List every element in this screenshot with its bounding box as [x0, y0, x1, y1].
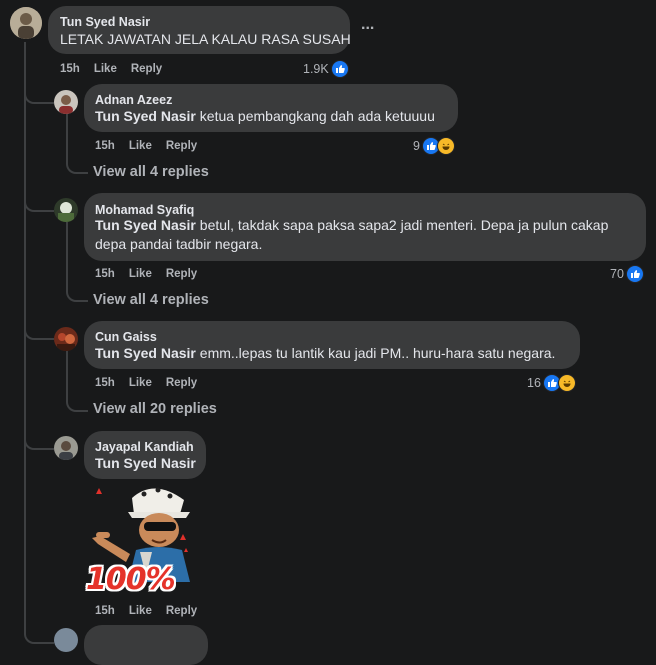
view-replies-link[interactable]: View all 20 replies: [93, 401, 217, 417]
comment-body: emm..lepas tu lantik kau jadi PM.. huru-…: [195, 345, 556, 361]
reply-button[interactable]: Reply: [166, 605, 197, 617]
comment-time[interactable]: 15h: [60, 63, 80, 75]
reaction-count: 1.9K: [303, 62, 329, 76]
comment-bubble-next: [84, 625, 208, 665]
haha-reaction-icon: [557, 374, 576, 392]
avatar-reply-1[interactable]: [54, 90, 78, 114]
reaction-count: 70: [610, 267, 624, 281]
comment-author[interactable]: Adnan Azeez: [95, 93, 172, 107]
avatar-reply-3[interactable]: [54, 327, 78, 351]
reaction-summary[interactable]: 70: [610, 265, 644, 283]
view-replies-link[interactable]: View all 4 replies: [93, 292, 209, 308]
avatar-image: [54, 436, 78, 460]
mention-link[interactable]: Tun Syed Nasir: [95, 217, 196, 233]
comment-author[interactable]: Tun Syed Nasir: [60, 15, 150, 29]
comment-bubble-root: Tun Syed Nasir LETAK JAWATAN JELA KALAU …: [48, 6, 351, 54]
reply-button[interactable]: Reply: [131, 63, 162, 75]
comment-time[interactable]: 15h: [95, 605, 115, 617]
avatar-image: [54, 198, 78, 222]
thread-connector: [66, 351, 88, 412]
thread-connector: [24, 308, 54, 340]
comment-author[interactable]: Cun Gaiss: [95, 330, 157, 344]
reply-button[interactable]: Reply: [166, 377, 197, 389]
view-replies-link[interactable]: View all 4 replies: [93, 164, 209, 180]
like-button[interactable]: Like: [129, 605, 152, 617]
sticker-image[interactable]: 100%: [84, 478, 208, 600]
thread-connector: [24, 612, 54, 644]
thread-connector: [24, 418, 54, 450]
comment-bubble-reply-1: Adnan Azeez Tun Syed Nasir ketua pembang…: [84, 84, 458, 132]
reaction-summary[interactable]: 9: [413, 137, 455, 155]
comment-author[interactable]: Mohamad Syafiq: [95, 203, 194, 217]
comment-meta-reply-1: 15h Like Reply: [95, 140, 211, 152]
comment-text: LETAK JAWATAN JELA KALAU RASA SUSAH: [60, 31, 351, 47]
comment-meta-reply-2: 15h Like Reply: [95, 268, 211, 280]
comment-text: Tun Syed Nasir: [95, 454, 196, 473]
haha-reaction-icon: [436, 137, 455, 155]
like-button[interactable]: Like: [129, 140, 152, 152]
comment-body: ketua pembangkang dah ada ketuuuu: [195, 108, 435, 124]
comment-bubble-reply-4: Jayapal Kandiah Tun Syed Nasir: [84, 431, 206, 479]
comment-bubble-reply-3: Cun Gaiss Tun Syed Nasir emm..lepas tu l…: [84, 321, 580, 369]
avatar-image: [54, 90, 78, 114]
reaction-summary[interactable]: 1.9K: [303, 60, 349, 78]
avatar-root[interactable]: [10, 7, 42, 39]
avatar-image: [54, 327, 78, 351]
comment-meta-reply-4: 15h Like Reply: [95, 605, 211, 617]
like-button[interactable]: Like: [129, 377, 152, 389]
like-button[interactable]: Like: [94, 63, 117, 75]
reply-button[interactable]: Reply: [166, 268, 197, 280]
comment-time[interactable]: 15h: [95, 268, 115, 280]
thread-connector: [66, 114, 88, 174]
mention-link[interactable]: Tun Syed Nasir: [95, 108, 196, 124]
avatar-reply-4[interactable]: [54, 436, 78, 460]
comment-time[interactable]: 15h: [95, 140, 115, 152]
reaction-count: 9: [413, 139, 420, 153]
reply-button[interactable]: Reply: [166, 140, 197, 152]
comment-meta-reply-3: 15h Like Reply: [95, 377, 211, 389]
thread-connector: [24, 180, 54, 212]
like-button[interactable]: Like: [129, 268, 152, 280]
comment-text: Tun Syed Nasir emm..lepas tu lantik kau …: [95, 344, 555, 363]
comment-meta-root: 15h Like Reply: [60, 63, 176, 75]
thread-connector: [24, 70, 54, 104]
reaction-count: 16: [527, 376, 541, 390]
mention-link[interactable]: Tun Syed Nasir: [95, 455, 196, 471]
comment-bubble-reply-2: Mohamad Syafiq Tun Syed Nasir betul, tak…: [84, 193, 646, 261]
sticker-text: 100%: [86, 562, 176, 597]
thread-connector: [66, 222, 88, 302]
reaction-summary[interactable]: 16: [527, 374, 576, 392]
thread-line-root: [24, 42, 26, 632]
like-reaction-icon: [625, 265, 644, 283]
avatar-reply-2[interactable]: [54, 198, 78, 222]
comment-text: Tun Syed Nasir betul, takdak sapa paksa …: [95, 216, 635, 254]
comment-author[interactable]: Jayapal Kandiah: [95, 440, 194, 454]
mention-link[interactable]: Tun Syed Nasir: [95, 345, 196, 361]
avatar-image: [10, 7, 42, 39]
comment-time[interactable]: 15h: [95, 377, 115, 389]
more-options-button[interactable]: ...: [361, 16, 374, 34]
like-reaction-icon: [330, 60, 349, 78]
comment-text: Tun Syed Nasir ketua pembangkang dah ada…: [95, 107, 435, 126]
